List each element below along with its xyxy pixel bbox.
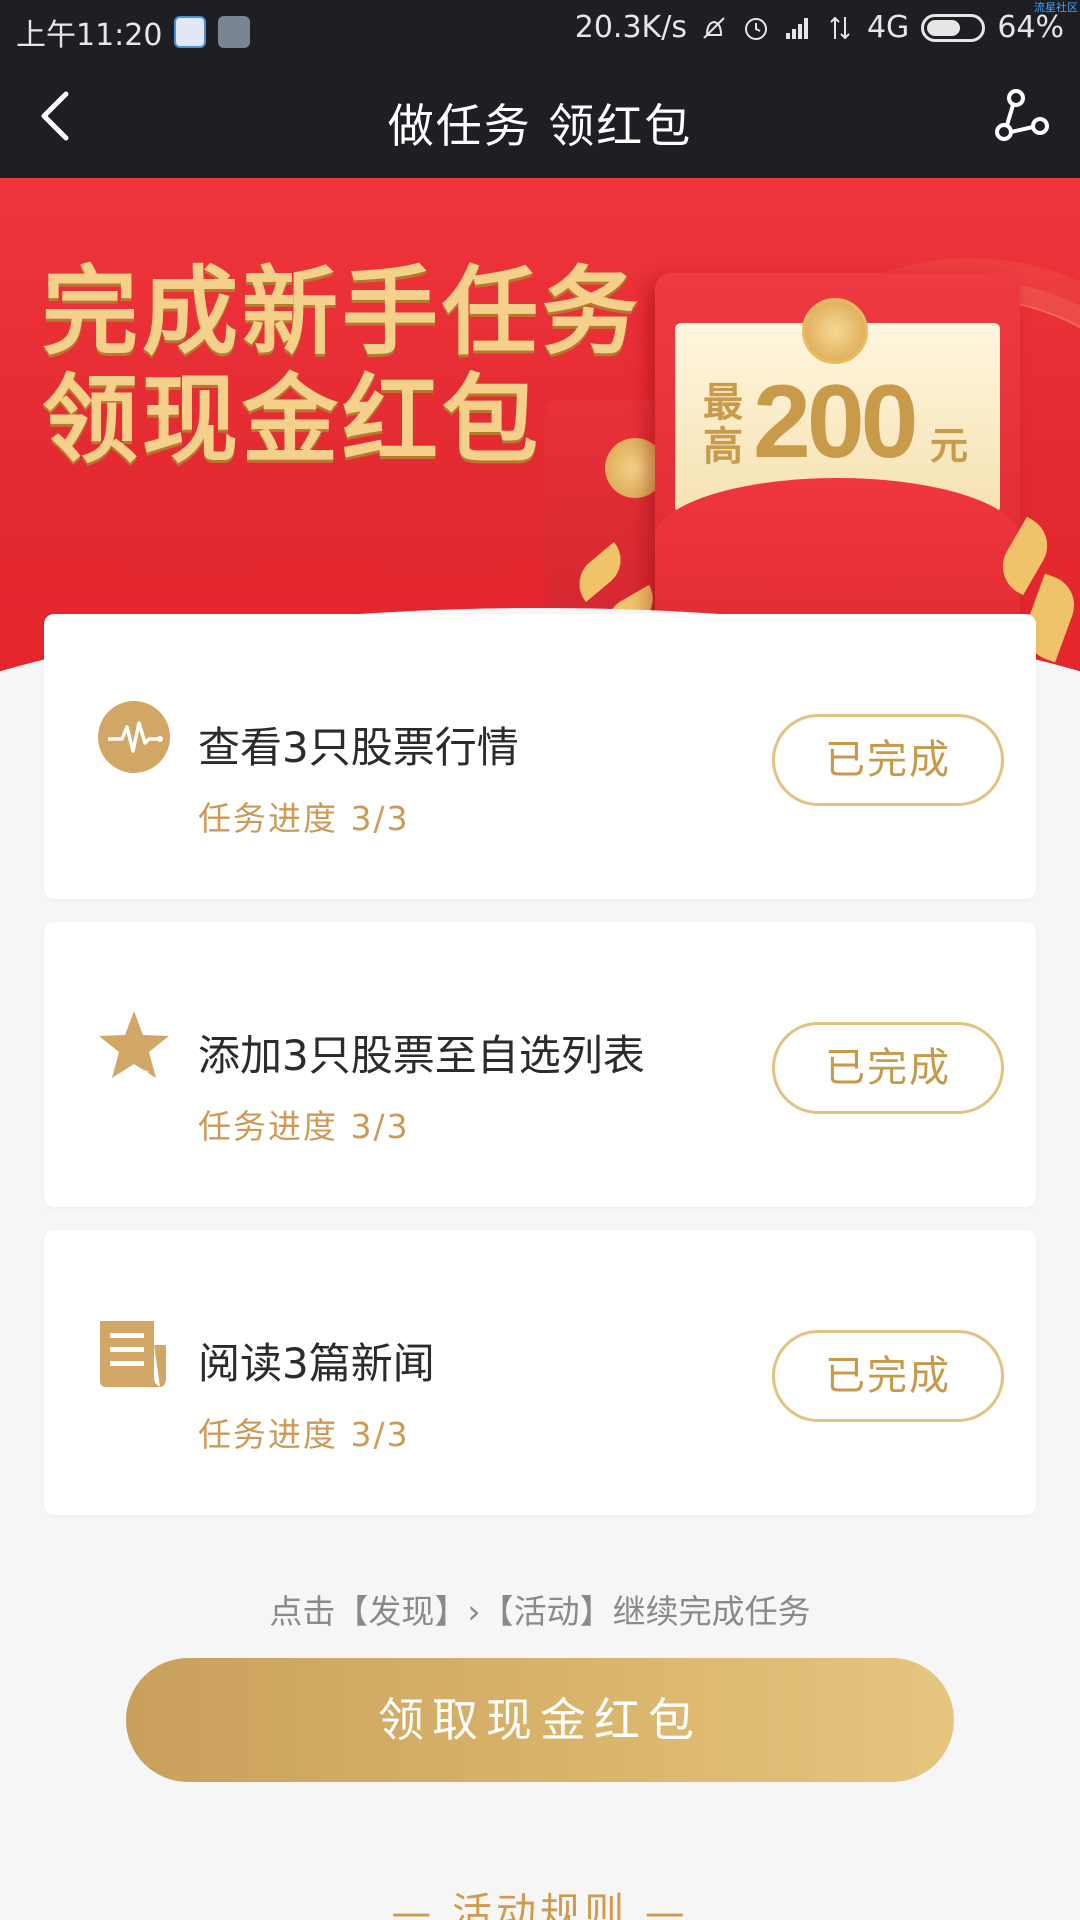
task-progress: 任务进度 3/3 xyxy=(198,1415,410,1454)
network-type: 4G xyxy=(866,10,910,45)
pulse-icon xyxy=(98,701,170,773)
network-speed: 20.3K/s xyxy=(574,10,687,45)
activity-rules-link[interactable]: — 活动规则 — xyxy=(0,1880,1080,1920)
share-button[interactable] xyxy=(990,86,1054,150)
task-card: 添加3只股票至自选列表 任务进度 3/3 已完成 xyxy=(44,922,1036,1207)
battery-level xyxy=(927,19,961,36)
task-card: 查看3只股票行情 任务进度 3/3 已完成 xyxy=(44,614,1036,899)
battery-icon xyxy=(921,13,986,42)
completed-button[interactable]: 已完成 xyxy=(772,1022,1004,1114)
status-right: 20.3K/s 4G 64% xyxy=(575,10,1064,45)
status-time: 上午11:20 xyxy=(16,18,163,53)
title-bar: 做任务 领红包 xyxy=(0,56,1080,178)
completed-button[interactable]: 已完成 xyxy=(772,1330,1004,1422)
battery-percent: 64% xyxy=(997,10,1064,45)
hint-text: 点击【发现】›【活动】继续完成任务 xyxy=(269,1592,811,1631)
max-label: 最高 xyxy=(703,380,743,470)
signal-icon xyxy=(785,17,808,39)
task-title: 阅读3篇新闻 xyxy=(198,1339,435,1388)
app-notification-icon xyxy=(218,16,251,48)
task-progress: 任务进度 3/3 xyxy=(198,799,410,838)
watermark: 流星社区 xyxy=(1034,1,1078,14)
alarm-icon xyxy=(744,17,767,40)
star-icon xyxy=(99,1011,169,1078)
news-icon xyxy=(100,1321,166,1387)
data-transfer-icon xyxy=(830,16,850,39)
page-title: 做任务 领红包 xyxy=(387,99,693,153)
claim-red-packet-button[interactable]: 领取现金红包 xyxy=(126,1658,954,1782)
app-notification-icon xyxy=(174,16,207,48)
task-progress: 任务进度 3/3 xyxy=(198,1107,410,1146)
task-title: 添加3只股票至自选列表 xyxy=(198,1031,645,1080)
task-title: 查看3只股票行情 xyxy=(198,723,519,772)
banner-line-1: 完成新手任务 xyxy=(42,255,642,368)
task-card: 阅读3篇新闻 任务进度 3/3 已完成 xyxy=(44,1230,1036,1515)
promo-banner: 完成新手任务 领现金红包 最高 200 元 xyxy=(0,178,1080,678)
status-left: 上午11:20 xyxy=(16,10,251,54)
reward-amount: 200 xyxy=(753,364,919,480)
mute-bell-icon xyxy=(703,16,725,39)
status-bar: 上午11:20 20.3K/s 4G 64% 流星社区 xyxy=(0,0,1080,56)
reward-unit: 元 xyxy=(930,424,969,468)
completed-button[interactable]: 已完成 xyxy=(772,714,1004,806)
coin-icon xyxy=(802,298,868,364)
